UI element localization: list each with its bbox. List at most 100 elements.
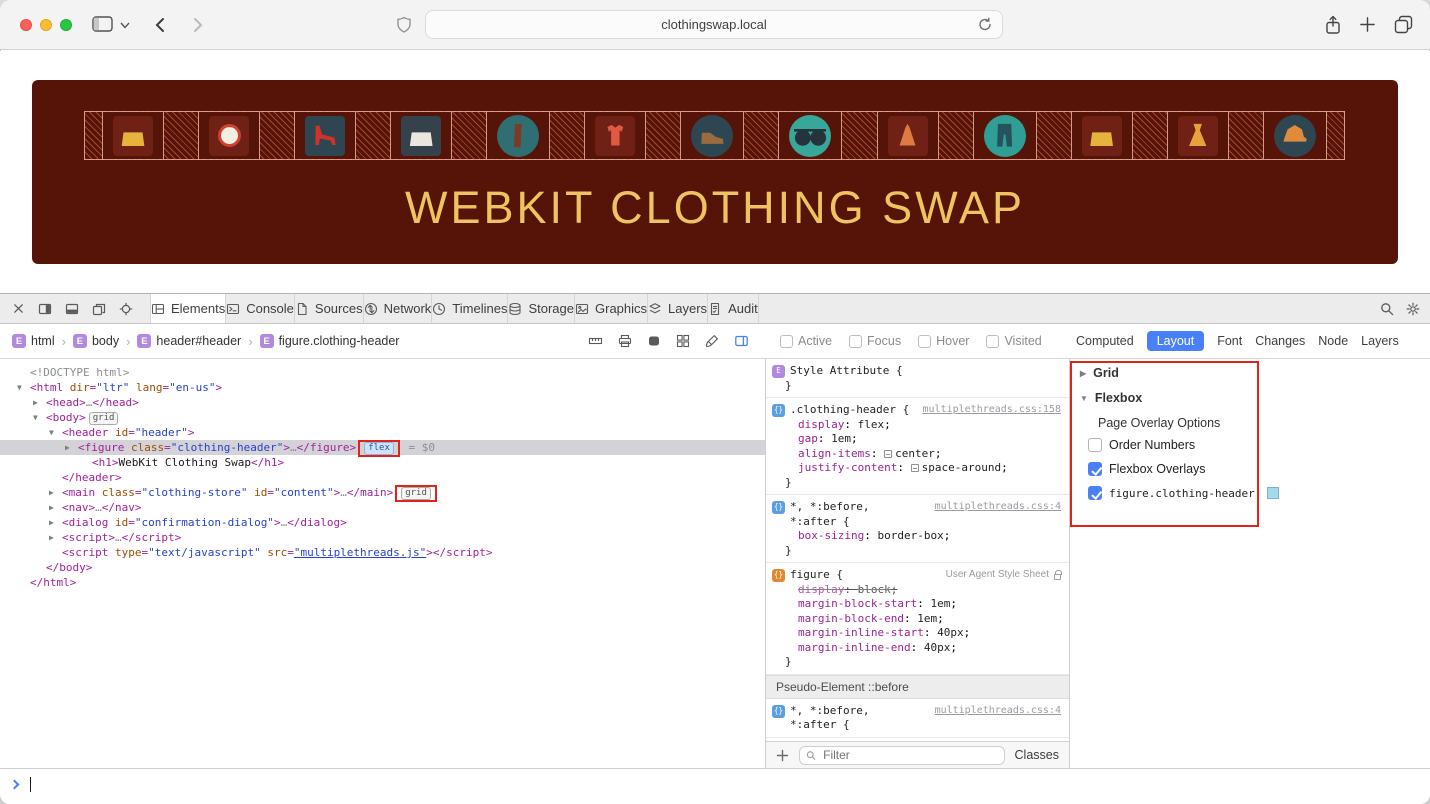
overlay-checkbox-figure-clothing-header[interactable]: figure.clothing-header [1070, 481, 1430, 505]
disclosure-triangle-icon[interactable]: ▶ [49, 500, 54, 515]
dom-tree-row[interactable]: ▶<dialog id="confirmation-dialog">…</dia… [0, 515, 765, 530]
state-checkbox-visited[interactable]: Visited [986, 334, 1041, 348]
settings-gear-icon[interactable] [1406, 302, 1420, 316]
stylesheet-link[interactable]: multiplethreads.css:4 [927, 500, 1061, 515]
breadcrumb-item-html[interactable]: Ehtml [12, 334, 55, 348]
breadcrumb-item-body[interactable]: Ebody [73, 334, 119, 348]
detail-tab-layout[interactable]: Layout [1147, 331, 1205, 351]
detail-tab-node[interactable]: Node [1318, 334, 1348, 348]
layout-section-grid[interactable]: ▶Grid [1070, 359, 1430, 384]
tab-elements[interactable]: Elements [150, 294, 226, 323]
disclosure-triangle-icon[interactable]: ▶ [65, 440, 70, 455]
detail-tab-font[interactable]: Font [1217, 334, 1242, 348]
dom-tree-row[interactable]: ▶<figure class="clothing-header">…</figu… [0, 440, 765, 455]
dom-tree-row[interactable]: ▶<head>…</head> [0, 395, 765, 410]
disclosure-triangle-icon[interactable]: ▶ [49, 515, 54, 530]
stylesheet-link[interactable]: multiplethreads.css:4 [927, 704, 1061, 719]
dom-tree-row[interactable]: <script type="text/javascript" src="mult… [0, 545, 765, 560]
css-property[interactable]: margin-inline-start: 40px; [772, 626, 1061, 641]
reload-icon[interactable] [978, 17, 992, 32]
css-property[interactable]: margin-block-end: 1em; [772, 612, 1061, 627]
tab-console[interactable]: Console [226, 294, 295, 323]
console-prompt[interactable] [0, 768, 1430, 804]
url-field[interactable]: clothingswap.local [425, 10, 1003, 39]
css-property[interactable]: justify-content: space-around; [772, 461, 1061, 476]
checkbox-icon[interactable] [1088, 438, 1102, 452]
breadcrumb-item-figure-clothing-header[interactable]: Efigure.clothing-header [260, 334, 400, 348]
appearance-toggle-icon[interactable] [647, 334, 661, 348]
new-tab-icon[interactable] [1359, 16, 1376, 33]
checkbox-icon[interactable] [780, 335, 793, 348]
rule-selector[interactable]: *:after { [790, 718, 869, 733]
zoom-window-button[interactable] [60, 19, 72, 31]
dom-tree-row[interactable]: </header> [0, 470, 765, 485]
styles-filter-input[interactable] [821, 747, 997, 763]
checkbox-icon[interactable] [1088, 486, 1102, 500]
overlay-checkbox-order-numbers[interactable]: Order Numbers [1070, 433, 1430, 457]
dom-tree-row[interactable]: </body> [0, 560, 765, 575]
element-overlays-icon[interactable] [734, 334, 749, 348]
dom-tree-row[interactable]: <!DOCTYPE html> [0, 365, 765, 380]
dom-tree-row[interactable]: </html> [0, 575, 765, 590]
disclosure-triangle-icon[interactable]: ▼ [17, 380, 22, 395]
disclosure-triangle-icon[interactable]: ▶ [49, 530, 54, 545]
css-property[interactable]: gap: 1em; [772, 432, 1061, 447]
close-inspector-icon[interactable] [12, 302, 25, 315]
state-checkbox-focus[interactable]: Focus [849, 334, 901, 348]
sidebar-toggle-icon[interactable] [92, 15, 113, 33]
disclosure-triangle-icon[interactable]: ▼ [33, 410, 38, 425]
detail-tab-layers[interactable]: Layers [1361, 334, 1399, 348]
tab-timelines[interactable]: Timelines [432, 294, 508, 323]
css-property[interactable]: margin-block-start: 1em; [772, 597, 1061, 612]
rule-selector[interactable]: .clothing-header { [790, 403, 909, 418]
tab-graphics[interactable]: Graphics [575, 294, 648, 323]
dom-tree-row[interactable]: ▼<header id="header"> [0, 425, 765, 440]
search-icon[interactable] [1380, 302, 1394, 316]
css-property[interactable]: display: flex; [772, 418, 1061, 433]
state-checkbox-active[interactable]: Active [780, 334, 832, 348]
grid-layout-badge[interactable]: grid [89, 412, 119, 425]
tab-network[interactable]: Network [364, 294, 433, 323]
breadcrumb-item-header-header[interactable]: Eheader#header [137, 334, 241, 348]
detail-tab-computed[interactable]: Computed [1076, 334, 1134, 348]
sidebar-chevron-icon[interactable] [120, 22, 130, 29]
checkbox-icon[interactable] [849, 335, 862, 348]
layout-section-flexbox[interactable]: ▼Flexbox [1070, 384, 1430, 409]
overlay-color-swatch[interactable] [1267, 487, 1279, 499]
disclosure-triangle-icon[interactable]: ▼ [1080, 394, 1088, 403]
disclosure-triangle-icon[interactable]: ▼ [49, 425, 54, 440]
rule-selector[interactable]: Style Attribute { [790, 364, 903, 379]
tab-audit[interactable]: Audit [708, 294, 759, 323]
dom-tree-row[interactable]: ▶<nav>…</nav> [0, 500, 765, 515]
add-rule-icon[interactable] [776, 749, 789, 762]
tab-overview-icon[interactable] [1394, 15, 1413, 34]
disclosure-triangle-icon[interactable]: ▶ [33, 395, 38, 410]
dom-tree-row[interactable]: <h1>WebKit Clothing Swap</h1> [0, 455, 765, 470]
edit-styles-icon[interactable] [705, 334, 719, 348]
dock-side-icon[interactable] [38, 302, 52, 316]
rulers-icon[interactable] [588, 334, 603, 348]
rule-selector[interactable]: *:after { [790, 515, 869, 530]
css-property[interactable]: box-sizing: border-box; [772, 529, 1061, 544]
undock-window-icon[interactable] [92, 302, 106, 316]
rule-selector[interactable]: figure { [790, 568, 843, 583]
grid-layout-badge[interactable]: grid [401, 487, 431, 500]
detail-tab-changes[interactable]: Changes [1255, 334, 1305, 348]
dock-bottom-icon[interactable] [65, 302, 79, 316]
stylesheet-link[interactable]: multiplethreads.css:158 [915, 403, 1061, 418]
checkbox-icon[interactable] [1088, 462, 1102, 476]
dom-tree-row[interactable]: ▶<script>…</script> [0, 530, 765, 545]
css-property[interactable]: margin-inline-end: 40px; [772, 641, 1061, 656]
filter-field[interactable] [799, 746, 1005, 765]
css-property[interactable]: align-items: center; [772, 447, 1061, 462]
share-icon[interactable] [1324, 15, 1342, 35]
forward-button[interactable] [193, 17, 203, 33]
tab-sources[interactable]: Sources [295, 294, 364, 323]
dom-tree-row[interactable]: ▶<main class="clothing-store" id="conten… [0, 485, 765, 500]
minimize-window-button[interactable] [40, 19, 52, 31]
overlay-checkbox-flexbox-overlays[interactable]: Flexbox Overlays [1070, 457, 1430, 481]
disclosure-triangle-icon[interactable]: ▶ [1080, 369, 1086, 378]
rule-selector[interactable]: *, *:before, [790, 704, 869, 719]
inspect-element-icon[interactable] [119, 302, 133, 316]
dom-tree-row[interactable]: ▼<body>grid [0, 410, 765, 425]
